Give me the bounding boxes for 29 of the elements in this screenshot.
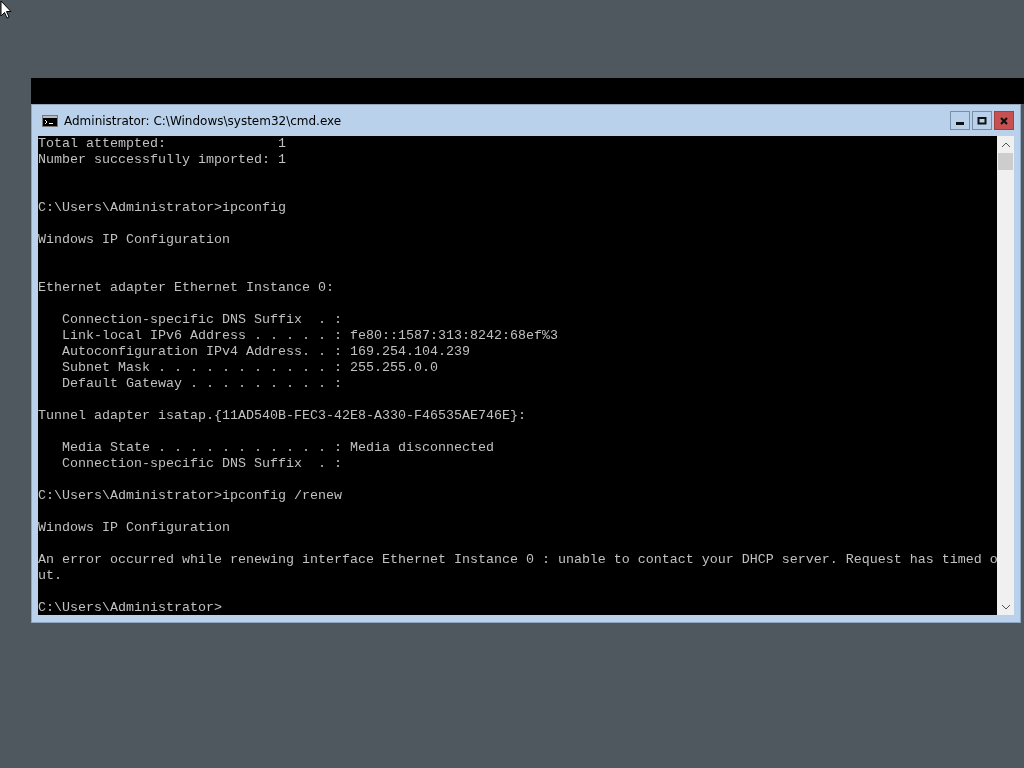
console-line: Tunnel adapter isatap.{11AD540B-FEC3-42E8-A330-F46535AE746E}: <box>38 408 526 424</box>
maximize-button[interactable] <box>972 111 992 130</box>
close-icon <box>999 115 1009 126</box>
console-line: C:\Users\Administrator> <box>38 600 222 615</box>
minimize-button[interactable] <box>950 111 970 130</box>
console-line: Number successfully imported: 1 <box>38 152 286 168</box>
mouse-pointer-icon <box>0 0 12 19</box>
window-title: Administrator: C:\Windows\system32\cmd.exe <box>64 113 343 128</box>
console-line: An error occurred while renewing interface Ethernet Instance 0 : unable to contact your DHCP server. Request has timed o <box>38 552 998 568</box>
console-line: Windows IP Configuration <box>38 232 230 248</box>
scroll-thumb[interactable] <box>998 153 1013 170</box>
console-line: Connection-specific DNS Suffix . : <box>61 312 342 328</box>
console-line: Total attempted: 1 <box>38 136 286 152</box>
console-line: Ethernet adapter Ethernet Instance 0: <box>38 280 334 296</box>
close-button[interactable] <box>994 111 1014 130</box>
console-line: Autoconfiguration IPv4 Address. . : 169.254.104.239 <box>61 344 470 360</box>
console-line: Connection-specific DNS Suffix . : <box>61 456 342 472</box>
console-line: Link-local IPv6 Address . . . . . : fe80::1587:313:8242:68ef%3 <box>61 328 558 344</box>
console-line: Default Gateway . . . . . . . . . : <box>61 376 342 392</box>
console-line: C:\Users\Administrator>ipconfig <box>38 200 286 216</box>
console-line: Subnet Mask . . . . . . . . . . . : 255.255.0.0 <box>61 360 438 376</box>
console-line: ut. <box>38 568 62 584</box>
minimize-icon <box>956 122 964 125</box>
console-line: C:\Users\Administrator>ipconfig /renew <box>38 488 342 504</box>
console-icon <box>42 114 58 127</box>
console-line: Media State . . . . . . . . . . . : Media disconnected <box>61 440 494 456</box>
maximize-icon <box>977 115 987 126</box>
scrollbar[interactable] <box>997 136 1014 615</box>
console-line: Windows IP Configuration <box>38 520 230 536</box>
